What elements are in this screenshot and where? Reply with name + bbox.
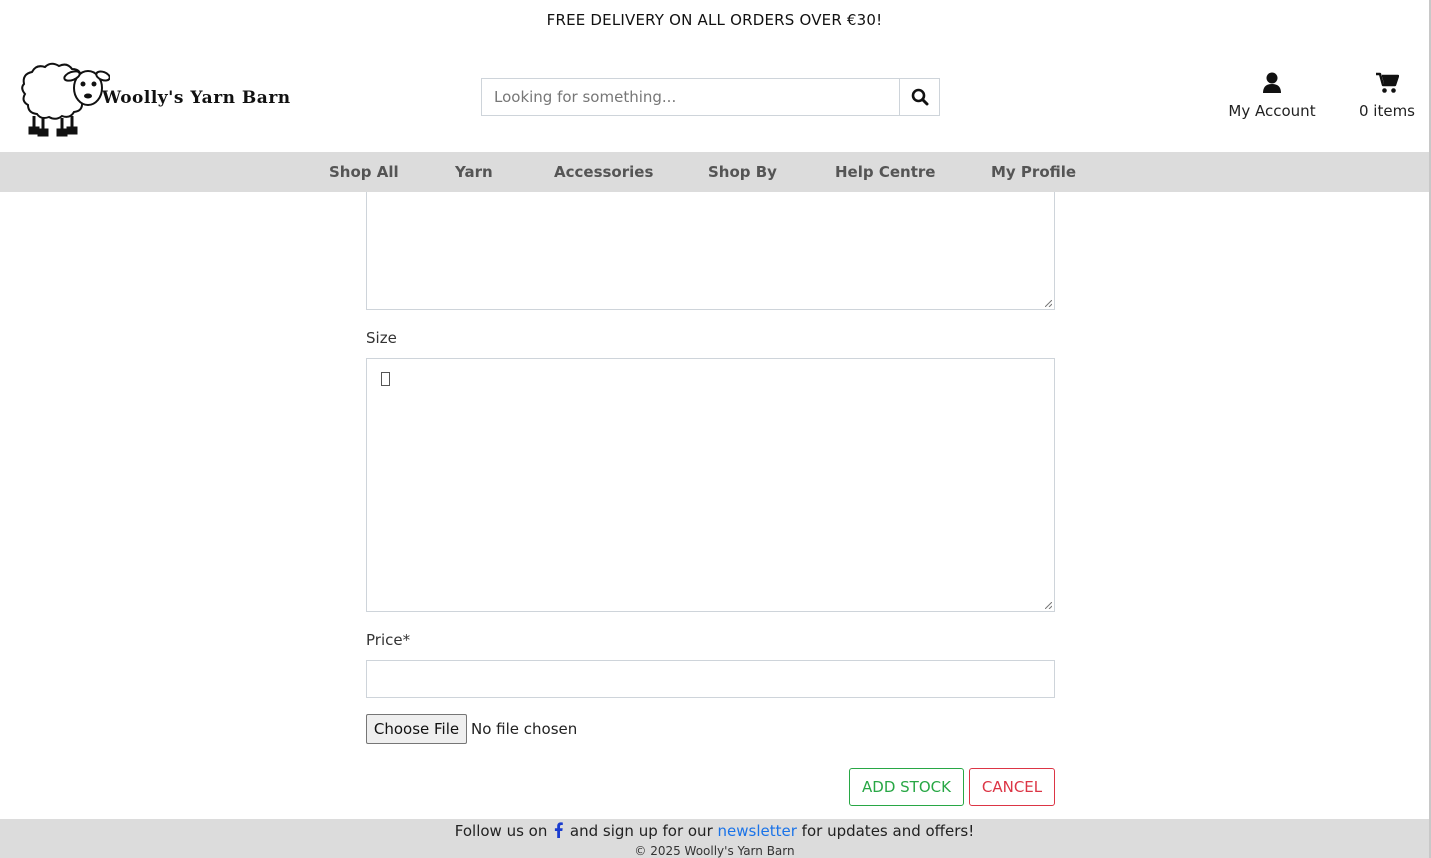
footer-copyright: © 2025 Woolly's Yarn Barn [634,844,795,858]
my-account-link[interactable]: My Account [1222,72,1322,120]
price-label: Price* [366,631,411,649]
user-icon [1263,72,1281,93]
footer-follow-line: Follow us on and sign up for our newslet… [0,819,1429,843]
cart-count-label: 0 items [1358,102,1415,120]
footer-follow-prefix: Follow us on [454,822,548,840]
search-icon [911,88,928,106]
size-label: Size [366,329,397,347]
cancel-button[interactable]: CANCEL [969,768,1055,806]
site-footer: Follow us on and sign up for our newslet… [0,819,1429,858]
newsletter-link[interactable]: newsletter [718,822,797,840]
brand-name: Woolly's Yarn Barn [102,88,291,108]
description-textarea[interactable] [366,192,1055,310]
my-account-label: My Account [1228,102,1316,120]
nav-item-yarn[interactable]: Yarn [455,152,493,192]
price-input[interactable] [366,660,1055,698]
resize-grip-icon[interactable] [1045,602,1052,609]
footer-follow-suffix: for updates and offers! [801,822,975,840]
resize-grip-icon[interactable] [1045,300,1052,307]
nav-item-shop-by[interactable]: Shop By [708,152,777,192]
search-input[interactable] [481,78,899,116]
main-navigation: Shop All Yarn Accessories Shop By Help C… [0,152,1429,192]
sheep-logo [21,62,110,137]
facebook-icon[interactable] [554,822,563,838]
nav-item-accessories[interactable]: Accessories [554,152,653,192]
choose-file-button[interactable]: Choose File [366,714,467,744]
site-logo[interactable]: Woolly's Yarn Barn [10,58,330,142]
add-stock-button[interactable]: ADD STOCK [849,768,964,806]
cart-link[interactable]: 0 items [1352,72,1422,120]
search-button[interactable] [899,78,940,116]
promo-banner: FREE DELIVERY ON ALL ORDERS OVER €30! [546,11,883,29]
footer-follow-middle: and sign up for our [569,822,713,840]
file-status-text: No file chosen [471,720,578,738]
search-bar [481,78,940,116]
nav-item-my-profile[interactable]: My Profile [991,152,1076,192]
nav-item-shop-all[interactable]: Shop All [329,152,399,192]
size-textarea[interactable] [366,358,1055,612]
placeholder-glyph-icon [381,372,390,386]
nav-item-help-centre[interactable]: Help Centre [835,152,935,192]
cart-icon [1376,72,1400,93]
